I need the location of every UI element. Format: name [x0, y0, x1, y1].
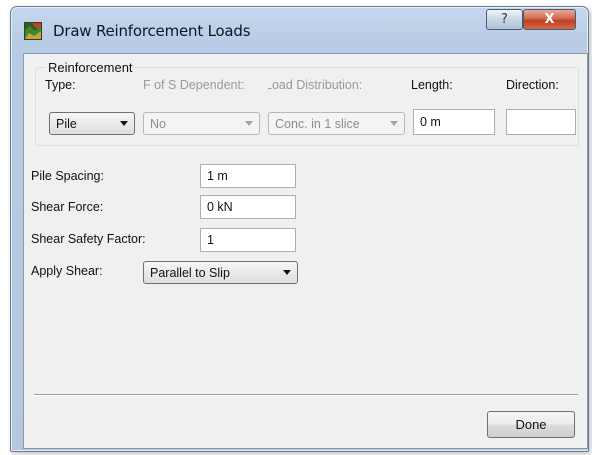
help-button[interactable]: ?	[486, 9, 523, 30]
chevron-down-icon	[245, 121, 253, 126]
help-icon: ?	[501, 12, 508, 27]
dialog-client-area: Reinforcement Type: F of S Dependent: Lo…	[23, 53, 588, 449]
chevron-down-icon	[390, 121, 398, 126]
shear-safety-factor-input[interactable]: 1	[200, 228, 296, 252]
length-input[interactable]: 0 m	[413, 109, 495, 135]
length-label: Length:	[411, 78, 453, 92]
pile-spacing-input[interactable]: 1 m	[200, 164, 296, 188]
length-value: 0 m	[420, 115, 441, 129]
pile-spacing-label: Pile Spacing:	[31, 169, 104, 183]
close-icon: X	[544, 12, 555, 27]
window-title: Draw Reinforcement Loads	[53, 22, 251, 40]
fos-dependent-label: F of S Dependent:	[143, 78, 245, 92]
type-label: Type:	[45, 78, 76, 92]
fos-dependent-value: No	[150, 116, 166, 131]
load-distribution-value: Conc. in 1 slice	[275, 116, 360, 131]
title-bar[interactable]: Draw Reinforcement Loads ? X	[11, 7, 588, 53]
done-button[interactable]: Done	[487, 411, 575, 438]
pile-spacing-value: 1 m	[207, 169, 228, 183]
direction-label: Direction:	[506, 78, 559, 92]
load-distribution-label: Load Distribution:	[268, 78, 363, 92]
load-distribution-dropdown: Conc. in 1 slice	[268, 112, 405, 135]
apply-shear-label: Apply Shear:	[31, 264, 103, 278]
direction-input[interactable]	[506, 109, 576, 135]
apply-shear-value: Parallel to Slip	[150, 265, 230, 280]
type-dropdown[interactable]: Pile	[49, 112, 135, 135]
fos-dependent-dropdown: No	[143, 112, 260, 135]
done-label: Done	[515, 417, 547, 432]
shear-force-input[interactable]: 0 kN	[200, 195, 296, 219]
chevron-down-icon	[120, 121, 128, 126]
type-value: Pile	[56, 116, 77, 131]
shear-safety-factor-label: Shear Safety Factor:	[31, 232, 146, 246]
dialog-window: Draw Reinforcement Loads ? X Reinforceme…	[10, 6, 589, 452]
reinforcement-group-title: Reinforcement	[46, 60, 135, 75]
shear-force-value: 0 kN	[207, 200, 233, 214]
footer-separator	[34, 394, 578, 396]
chevron-down-icon	[283, 270, 291, 275]
shear-safety-factor-value: 1	[207, 233, 214, 247]
app-icon	[24, 22, 42, 40]
shear-force-label: Shear Force:	[31, 200, 104, 214]
close-button[interactable]: X	[523, 9, 576, 30]
apply-shear-dropdown[interactable]: Parallel to Slip	[143, 261, 298, 284]
